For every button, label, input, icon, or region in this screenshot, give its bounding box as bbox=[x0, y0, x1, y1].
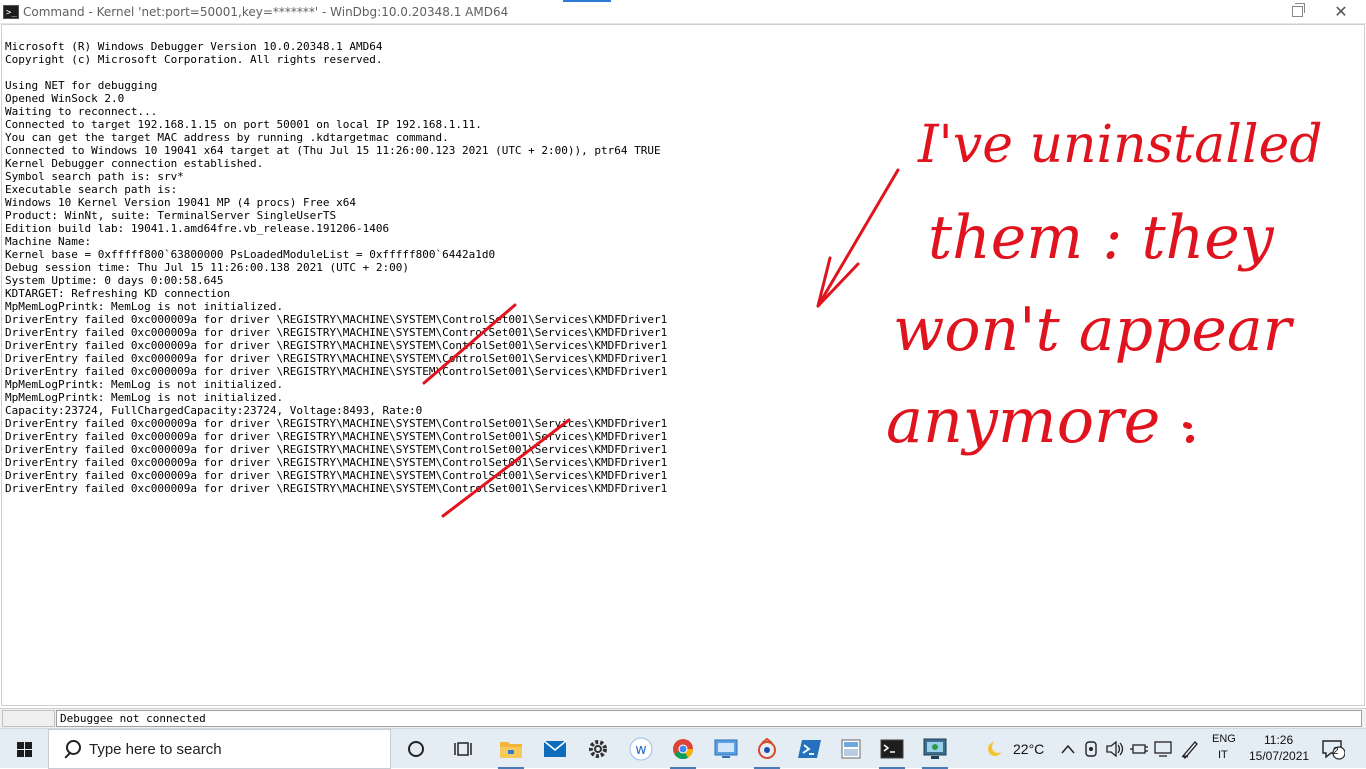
restore-button[interactable] bbox=[1274, 0, 1320, 23]
taskbar: Type here to search w 22°C ENG IT 11:26 … bbox=[0, 728, 1366, 769]
log-line: DriverEntry failed 0xc000009a for driver… bbox=[5, 339, 668, 352]
connection-status: Debuggee not connected bbox=[60, 712, 206, 725]
svg-text:w: w bbox=[635, 742, 646, 758]
file-explorer-icon[interactable] bbox=[496, 734, 526, 769]
log-line: DriverEntry failed 0xc000009a for driver… bbox=[5, 482, 668, 495]
log-line: DriverEntry failed 0xc000009a for driver… bbox=[5, 313, 668, 326]
log-line: Capacity:23724, FullChargedCapacity:2372… bbox=[5, 404, 423, 417]
network-icon[interactable] bbox=[1148, 734, 1178, 764]
log-line: Opened WinSock 2.0 bbox=[5, 92, 125, 105]
title-bar[interactable]: >_ Command - Kernel 'net:port=50001,key=… bbox=[0, 0, 1366, 24]
log-line: Microsoft (R) Windows Debugger Version 1… bbox=[5, 40, 383, 53]
log-line: You can get the target MAC address by ru… bbox=[5, 131, 449, 144]
command-output-pane[interactable]: Microsoft (R) Windows Debugger Version 1… bbox=[1, 24, 1365, 706]
status-bar: Debuggee not connected bbox=[0, 708, 1366, 728]
pen-icon[interactable] bbox=[1175, 734, 1205, 764]
debug-tool-icon[interactable] bbox=[920, 734, 950, 769]
remote-desktop-icon[interactable] bbox=[711, 734, 741, 764]
timeline-icon[interactable] bbox=[448, 734, 478, 764]
command-window-icon: >_ bbox=[3, 4, 19, 19]
title-accent-bar bbox=[563, 0, 611, 2]
log-line: Debug session time: Thu Jul 15 11:26:00.… bbox=[5, 261, 409, 274]
log-line: Connected to Windows 10 19041 x64 target… bbox=[5, 144, 661, 157]
log-line: DriverEntry failed 0xc000009a for driver… bbox=[5, 443, 668, 456]
log-line: Machine Name: bbox=[5, 235, 92, 248]
windbg-icon[interactable] bbox=[752, 734, 782, 769]
clock-time[interactable]: 11:26 bbox=[1264, 733, 1293, 747]
window-title: Command - Kernel 'net:port=50001,key=***… bbox=[23, 4, 509, 19]
language-code[interactable]: ENG bbox=[1212, 733, 1236, 745]
status-cell-connection: Debuggee not connected bbox=[56, 710, 1362, 727]
log-line: Copyright (c) Microsoft Corporation. All… bbox=[5, 53, 383, 66]
search-icon bbox=[63, 740, 81, 758]
log-line: DriverEntry failed 0xc000009a for driver… bbox=[5, 417, 668, 430]
log-line: MpMemLogPrintk: MemLog is not initialize… bbox=[5, 378, 284, 391]
chrome-icon[interactable] bbox=[668, 734, 698, 769]
log-line: Using NET for debugging bbox=[5, 79, 158, 92]
task-view-icon[interactable] bbox=[401, 734, 431, 764]
clock-date[interactable]: 15/07/2021 bbox=[1249, 749, 1309, 763]
taskbar-search-box[interactable]: Type here to search bbox=[48, 729, 391, 769]
log-line: System Uptime: 0 days 0:00:58.645 bbox=[5, 274, 224, 287]
keyboard-layout[interactable]: IT bbox=[1218, 749, 1228, 761]
log-line: MpMemLogPrintk: MemLog is not initialize… bbox=[5, 300, 284, 313]
mail-icon[interactable] bbox=[540, 734, 570, 764]
log-line: DriverEntry failed 0xc000009a for driver… bbox=[5, 326, 668, 339]
log-line: DriverEntry failed 0xc000009a for driver… bbox=[5, 456, 668, 469]
log-line: Kernel base = 0xfffff800`63800000 PsLoad… bbox=[5, 248, 496, 261]
log-line: Product: WinNt, suite: TerminalServer Si… bbox=[5, 209, 337, 222]
image-viewer-icon[interactable] bbox=[836, 734, 866, 764]
settings-icon[interactable] bbox=[583, 734, 613, 764]
log-line: Waiting to reconnect... bbox=[5, 105, 158, 118]
log-line: MpMemLogPrintk: MemLog is not initialize… bbox=[5, 391, 284, 404]
close-button[interactable]: ✕ bbox=[1318, 0, 1364, 23]
weather-icon[interactable] bbox=[980, 734, 1010, 764]
log-line: Edition build lab: 19041.1.amd64fre.vb_r… bbox=[5, 222, 390, 235]
log-line: DriverEntry failed 0xc000009a for driver… bbox=[5, 365, 668, 378]
log-line: DriverEntry failed 0xc000009a for driver… bbox=[5, 352, 668, 365]
log-line: Executable search path is: bbox=[5, 183, 178, 196]
status-cell-empty bbox=[2, 710, 55, 727]
close-icon: ✕ bbox=[1334, 2, 1348, 21]
start-button[interactable] bbox=[0, 729, 48, 769]
weather-temperature[interactable]: 22°C bbox=[1013, 741, 1044, 757]
search-placeholder: Type here to search bbox=[89, 740, 222, 758]
log-line: Symbol search path is: srv* bbox=[5, 170, 184, 183]
log-line: Kernel Debugger connection established. bbox=[5, 157, 264, 170]
debugger-log: Microsoft (R) Windows Debugger Version 1… bbox=[5, 40, 667, 495]
windows-logo-icon bbox=[16, 741, 32, 757]
windbg-window: >_ Command - Kernel 'net:port=50001,key=… bbox=[0, 0, 1366, 728]
powershell-icon[interactable] bbox=[795, 734, 825, 764]
log-line: Windows 10 Kernel Version 19041 MP (4 pr… bbox=[5, 196, 356, 209]
word-app-icon[interactable]: w bbox=[626, 734, 656, 764]
notification-count: 2 bbox=[1333, 746, 1339, 757]
log-line: KDTARGET: Refreshing KD connection bbox=[5, 287, 231, 300]
log-line: DriverEntry failed 0xc000009a for driver… bbox=[5, 469, 668, 482]
log-line: Connected to target 192.168.1.15 on port… bbox=[5, 118, 482, 131]
log-line: DriverEntry failed 0xc000009a for driver… bbox=[5, 430, 668, 443]
restore-icon bbox=[1291, 3, 1305, 17]
terminal-icon[interactable] bbox=[877, 734, 907, 769]
